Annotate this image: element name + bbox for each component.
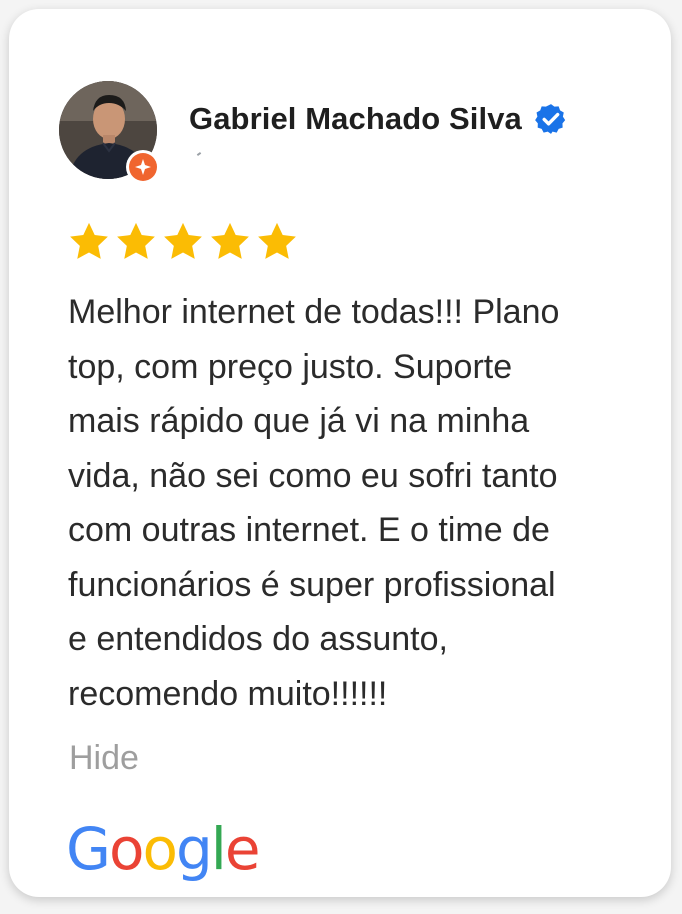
star-icon — [117, 222, 155, 259]
star-icon — [70, 222, 108, 259]
google-logo-letter: g — [175, 815, 213, 883]
hide-review-link[interactable]: Hide — [69, 736, 139, 780]
google-logo-letter: l — [210, 815, 227, 883]
reviewer-name[interactable]: Gabriel Machado Silva — [189, 101, 522, 137]
reviewer-name-row: Gabriel Machado Silva — [189, 101, 568, 137]
star-rating — [67, 220, 299, 264]
google-logo: Google — [66, 815, 261, 883]
reviewer-header: Gabriel Machado Silva — [57, 79, 637, 189]
google-logo-letter: G — [66, 815, 111, 883]
local-guide-badge-icon — [129, 153, 157, 181]
subtitle-mark — [196, 152, 202, 156]
local-guide-badge — [126, 150, 160, 184]
review-text: Melhor internet de todas!!! Plano top, c… — [68, 293, 560, 713]
google-logo-letter: o — [108, 815, 144, 883]
star-icon — [258, 222, 296, 259]
review-card: Gabriel Machado Silva Melhor internet de… — [9, 9, 671, 897]
star-icon — [164, 222, 202, 259]
google-logo-letter: e — [224, 815, 261, 883]
verified-check-icon — [534, 102, 568, 136]
google-logo-letter: o — [142, 815, 177, 883]
star-icon — [211, 222, 249, 259]
